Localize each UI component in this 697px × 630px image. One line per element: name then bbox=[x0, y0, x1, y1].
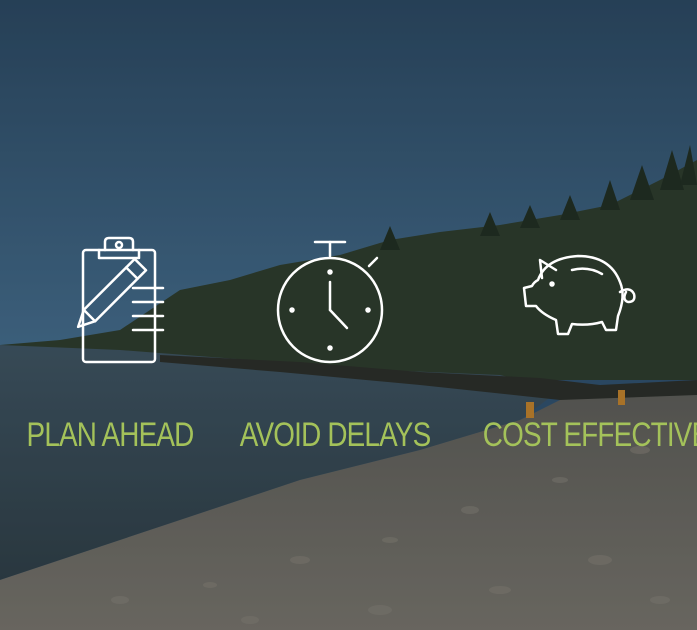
stopwatch-icon bbox=[276, 240, 384, 364]
feature-cost-effective: COST EFFECTIVE bbox=[463, 230, 697, 454]
feature-avoid-delays: AVOID DELAYS bbox=[220, 230, 440, 454]
piggy-bank-icon bbox=[522, 254, 636, 336]
feature-plan-ahead: PLAN AHEAD bbox=[0, 230, 220, 454]
feature-label: COST EFFECTIVE bbox=[482, 416, 697, 454]
feature-label: AVOID DELAYS bbox=[239, 416, 431, 454]
feature-label: PLAN AHEAD bbox=[26, 416, 195, 454]
clipboard-pencil-icon bbox=[76, 236, 165, 364]
